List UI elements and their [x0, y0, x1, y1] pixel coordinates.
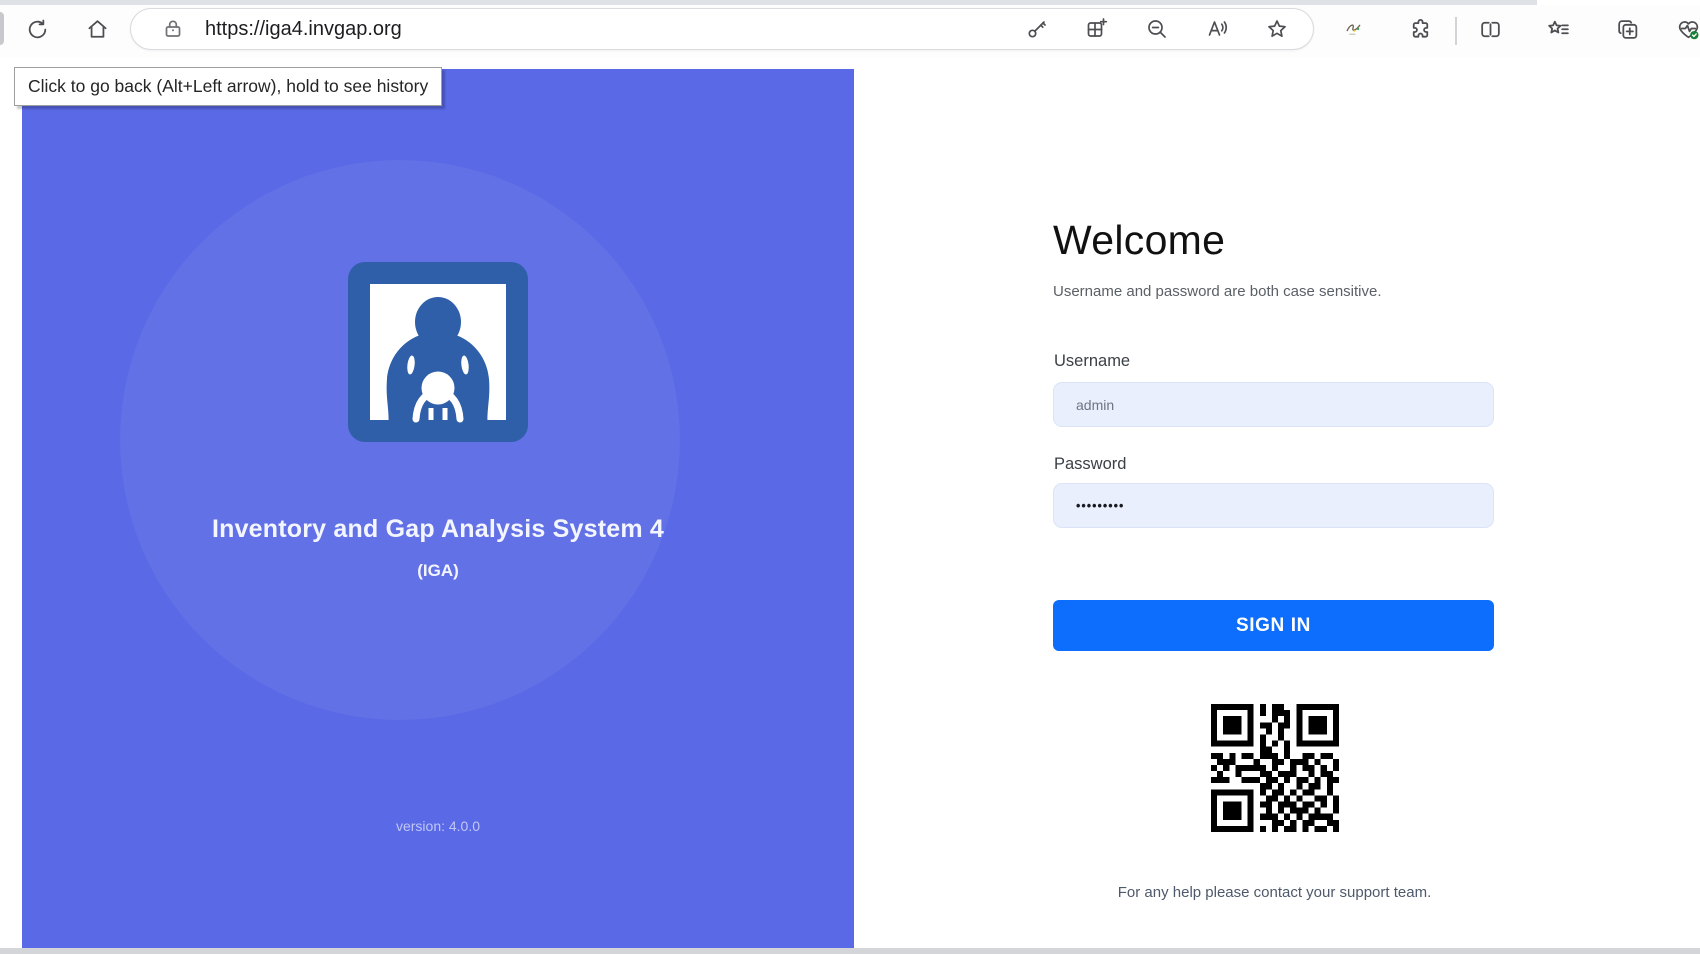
reload-button[interactable]	[20, 10, 54, 48]
favorite-star-icon[interactable]	[1247, 11, 1307, 47]
url-text[interactable]: https://iga4.invgap.org	[205, 9, 402, 49]
password-input[interactable]	[1053, 483, 1494, 528]
password-label: Password	[1054, 455, 1126, 474]
browser-essentials-icon[interactable]	[1671, 10, 1700, 48]
case-sensitive-note: Username and password are both case sens…	[1053, 283, 1382, 300]
password-key-icon[interactable]	[1007, 11, 1067, 47]
apps-grid-icon[interactable]	[1067, 11, 1127, 47]
zoom-out-icon[interactable]	[1127, 11, 1187, 47]
read-aloud-icon[interactable]	[1187, 11, 1247, 47]
lock-icon[interactable]	[161, 17, 185, 41]
browser-window: https://iga4.invgap.org	[0, 0, 1700, 954]
extensions-puzzle-icon[interactable]	[1403, 10, 1437, 48]
brand-panel: Inventory and Gap Analysis System 4 (IGA…	[22, 69, 854, 948]
home-button[interactable]	[80, 10, 114, 48]
username-label: Username	[1054, 352, 1130, 371]
split-screen-icon[interactable]	[1473, 10, 1507, 48]
browser-toolbar: https://iga4.invgap.org	[0, 5, 1700, 58]
app-title: Inventory and Gap Analysis System 4	[22, 515, 854, 544]
username-input[interactable]	[1053, 382, 1494, 427]
collections-add-icon[interactable]	[1610, 10, 1644, 48]
app-logo-icon	[348, 262, 528, 442]
support-help-text: For any help please contact your support…	[1053, 884, 1496, 901]
back-button-tooltip: Click to go back (Alt+Left arrow), hold …	[14, 67, 442, 106]
qr-code	[1211, 704, 1339, 832]
page-content: Click to go back (Alt+Left arrow), hold …	[0, 57, 1700, 948]
app-subtitle: (IGA)	[22, 561, 854, 581]
welcome-heading: Welcome	[1053, 217, 1225, 264]
window-bottom-edge	[0, 948, 1700, 954]
back-button-edge	[0, 12, 4, 45]
app-version: version: 4.0.0	[22, 818, 854, 834]
toolbar-divider	[1455, 17, 1457, 45]
address-bar[interactable]: https://iga4.invgap.org	[130, 8, 1314, 50]
favorites-list-icon[interactable]	[1541, 10, 1575, 48]
extension-logo-icon[interactable]	[1338, 10, 1372, 48]
sign-in-button[interactable]: SIGN IN	[1053, 600, 1494, 651]
login-panel: Welcome Username and password are both c…	[1053, 57, 1496, 948]
